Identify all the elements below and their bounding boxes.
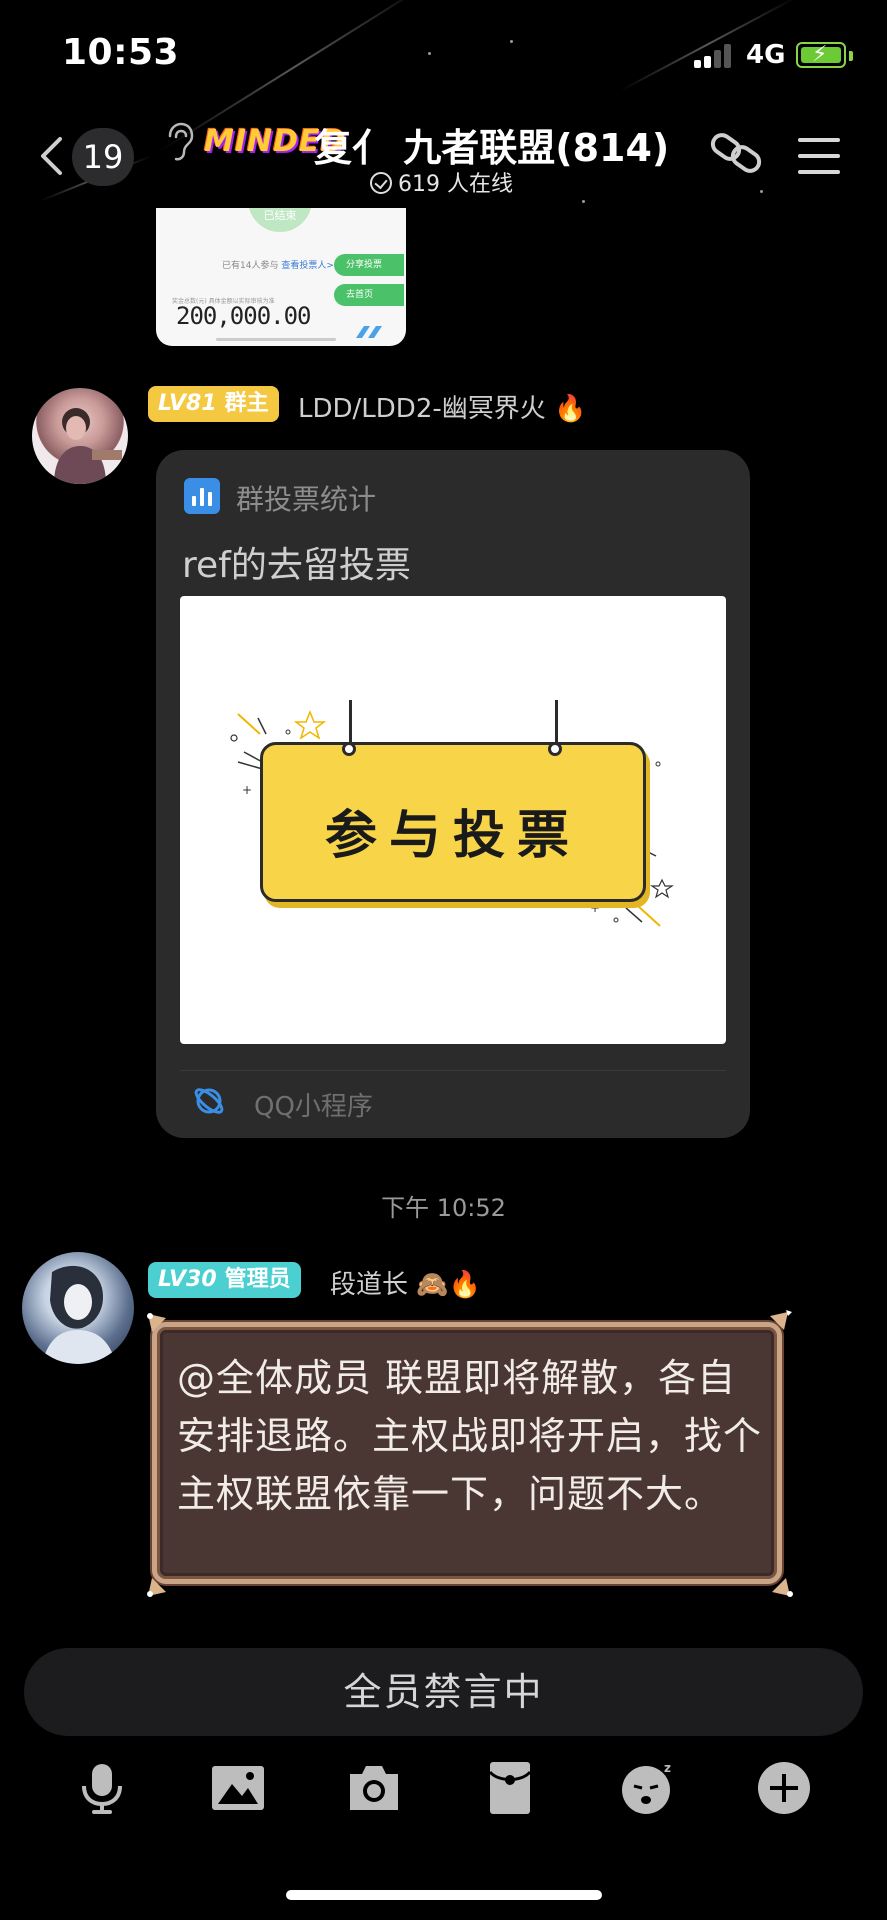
avatar[interactable] [22, 1252, 134, 1364]
sign-string [349, 700, 352, 744]
sender-nickname[interactable]: 段道长 🙈🔥 [330, 1264, 481, 1301]
svg-text:z: z [664, 1761, 671, 1775]
stripes-decoration [356, 326, 382, 338]
owner-level-badge: LV81 群主 [148, 386, 279, 422]
emoji-icon[interactable]: z [620, 1760, 676, 1816]
avatar-figure [54, 408, 122, 484]
menu-icon[interactable] [798, 138, 840, 174]
background-star [510, 40, 513, 43]
previous-image-message[interactable]: 已结束 已有14人参与 查看投票人> 分享投票 去首页 奖金总数(元) 具体金额… [156, 208, 406, 346]
battery-icon: ⚡ [796, 42, 846, 68]
avatar[interactable] [32, 388, 128, 484]
back-icon[interactable] [38, 136, 64, 176]
vote-banner-image: + + 参与投票 [180, 596, 726, 1044]
amount-value: 200,000.00 [176, 302, 311, 330]
sign-ring [548, 742, 562, 756]
mini-program-card[interactable]: 群投票统计 ref的去留投票 + + 参与投票 QQ小程序 [156, 450, 750, 1138]
chat-title[interactable]: 复亻 九者联盟(814) [314, 117, 669, 172]
bubble-corner-ornament [772, 1578, 793, 1597]
unread-count-badge[interactable]: 19 [72, 128, 134, 186]
sign-text: 参与投票 [324, 805, 581, 866]
link-icon[interactable] [708, 128, 766, 180]
bubble-corner-ornament [147, 1578, 166, 1597]
ended-circle: 已结束 [248, 208, 312, 232]
muted-input-bar: 全员禁言中 [24, 1648, 863, 1736]
ear-icon[interactable] [164, 122, 194, 162]
message-timestamp: 下午 10:52 [381, 1194, 506, 1222]
bubble-corner-ornament [770, 1310, 792, 1330]
background-star [760, 190, 763, 193]
background-star [428, 52, 431, 55]
sender-nickname[interactable]: LDD/LDD2-幽冥界火 🔥 [298, 388, 586, 425]
card-divider [180, 1070, 726, 1071]
network-type: 4G [746, 40, 786, 70]
mini-program-label: QQ小程序 [254, 1092, 373, 1122]
camera-icon[interactable] [346, 1760, 402, 1816]
signal-icon [694, 44, 734, 68]
svg-text:+: + [242, 783, 252, 797]
chat-screen: 10:53 4G ⚡ 19 MINDED 复亻 九者联盟(814) 619 人在… [0, 0, 887, 1920]
plus-icon[interactable] [756, 1760, 812, 1816]
mini-app-name: 群投票统计 [236, 483, 377, 516]
sign-ring [342, 742, 356, 756]
check-circle-icon [370, 172, 392, 194]
bubble-corner-ornament [147, 1313, 166, 1332]
avatar-figure [42, 1265, 116, 1364]
online-count: 619 人在线 [370, 166, 513, 198]
status-time: 10:53 [62, 32, 180, 73]
admin-level-badge: LV30 管理员 [148, 1262, 301, 1298]
red-packet-icon[interactable] [482, 1760, 538, 1816]
qq-miniprogram-icon [194, 1088, 224, 1114]
microphone-icon[interactable] [74, 1760, 130, 1816]
share-vote-button: 分享投票 [334, 254, 404, 276]
vote-sign: 参与投票 [260, 742, 646, 902]
go-home-button: 去首页 [334, 284, 404, 306]
vote-title: ref的去留投票 [182, 545, 411, 586]
text-message-bubble[interactable]: @全体成员 联盟即将解散，各自安排退路。主权战即将开启，找个主权联盟依靠一下，问… [152, 1322, 782, 1584]
bar-chart-icon [184, 478, 220, 514]
home-indicator[interactable] [286, 1890, 602, 1900]
online-text: 619 人在线 [398, 172, 513, 197]
message-text: @全体成员 联盟即将解散，各自安排退路。主权战即将开启，找个主权联盟依靠一下，问… [177, 1356, 763, 1516]
image-icon[interactable] [210, 1760, 266, 1816]
card-bar [216, 338, 336, 341]
participants-text: 已有14人参与 查看投票人> [222, 261, 334, 271]
svg-text:+: + [590, 901, 600, 915]
sign-string [555, 700, 558, 744]
background-star [582, 200, 585, 203]
battery-tip [849, 51, 853, 61]
